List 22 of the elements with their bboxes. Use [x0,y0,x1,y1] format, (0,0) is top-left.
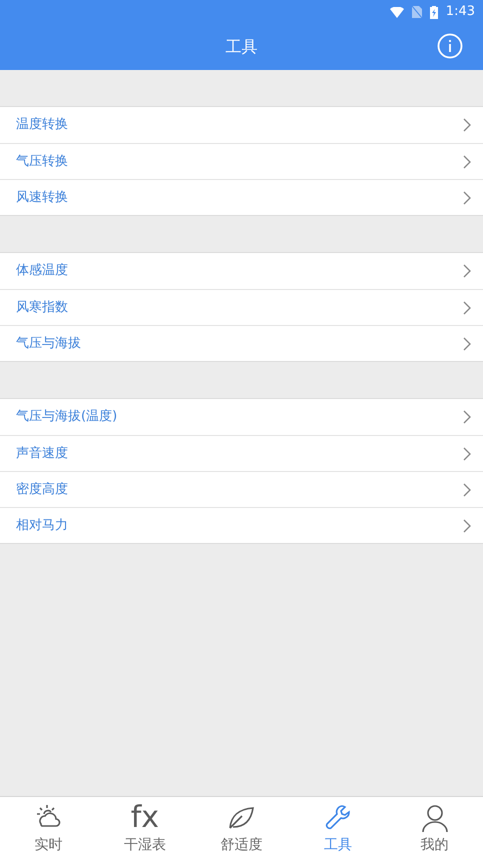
chevron-right-icon [463,300,471,314]
page-title: 工具 [226,36,258,58]
nav-tab[interactable]: fx 干湿表 [96,797,194,860]
chevron-right-icon [463,336,471,350]
chevron-right-icon [463,118,471,132]
info-button[interactable] [437,33,463,59]
chevron-right-icon [463,410,471,424]
chevron-right-icon [463,446,471,460]
wifi-icon [390,6,404,18]
nav-tab[interactable]: 实时 [0,797,97,860]
nav-tab[interactable]: 舒适度 [193,797,290,860]
fx-icon: fx [130,802,160,834]
chevron-right-icon [463,190,471,204]
status-time: 1:43 [446,3,475,22]
battery-icon [430,6,438,18]
nav-tab[interactable]: 我的 [386,797,483,860]
chevron-right-icon [463,518,471,532]
chevron-right-icon [463,264,471,278]
chevron-right-icon [463,154,471,168]
nav-tab[interactable]: 工具 [290,797,386,860]
chevron-right-icon [463,482,471,496]
no-sim-icon [412,6,422,18]
